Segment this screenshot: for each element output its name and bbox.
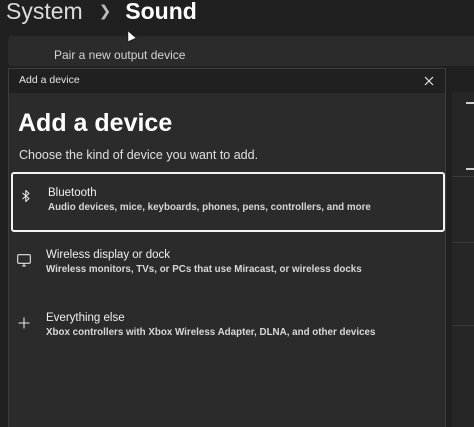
- option-bluetooth[interactable]: Bluetooth Audio devices, mice, keyboards…: [11, 172, 445, 232]
- option-wireless-display[interactable]: Wireless display or dock Wireless monito…: [9, 233, 445, 293]
- option-description: Wireless monitors, TVs, or PCs that use …: [46, 264, 362, 275]
- dialog-titlebar: Add a device: [9, 69, 445, 93]
- option-everything-else[interactable]: Everything else Xbox controllers with Xb…: [9, 296, 445, 356]
- divider: [452, 325, 474, 326]
- bluetooth-icon: [19, 189, 33, 203]
- dialog-subtitle: Choose the kind of device you want to ad…: [19, 148, 259, 162]
- background-control-icon: [466, 102, 474, 104]
- option-description: Audio devices, mice, keyboards, phones, …: [48, 202, 371, 213]
- background-settings-list: [452, 92, 474, 427]
- chevron-right-icon: ❯: [98, 3, 112, 20]
- plus-icon: [17, 316, 31, 330]
- background-control-icon: [466, 168, 474, 170]
- close-icon: [424, 76, 434, 86]
- close-button[interactable]: [413, 69, 445, 93]
- monitor-icon: [17, 253, 31, 267]
- divider: [452, 176, 474, 177]
- page-title: Sound: [125, 0, 197, 24]
- add-device-dialog: Add a device Add a device Choose the kin…: [8, 68, 446, 427]
- breadcrumb: System ❯ Sound: [6, 0, 197, 28]
- divider: [452, 242, 474, 243]
- settings-window: System ❯ Sound Pair a new output device …: [0, 0, 474, 427]
- option-title: Bluetooth: [48, 187, 97, 199]
- dialog-window-title: Add a device: [19, 74, 80, 86]
- option-title: Everything else: [46, 312, 125, 324]
- breadcrumb-system[interactable]: System: [6, 0, 83, 25]
- dialog-heading: Add a device: [18, 109, 173, 137]
- option-description: Xbox controllers with Xbox Wireless Adap…: [46, 327, 376, 338]
- option-title: Wireless display or dock: [46, 249, 170, 261]
- pair-output-device-label: Pair a new output device: [54, 48, 186, 62]
